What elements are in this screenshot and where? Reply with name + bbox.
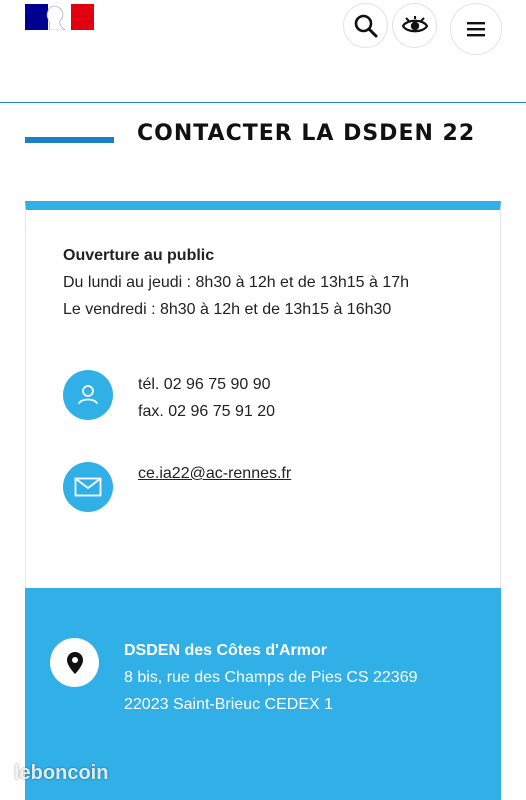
title-accent-bar bbox=[25, 137, 114, 143]
fax-number: fax. 02 96 75 91 20 bbox=[138, 403, 275, 420]
opening-hours-friday: Le vendredi : 8h30 à 12h et de 13h15 à 1… bbox=[63, 301, 392, 318]
accessibility-button[interactable] bbox=[392, 3, 437, 48]
opening-hours-title: Ouverture au public bbox=[63, 247, 215, 264]
search-button[interactable] bbox=[343, 3, 388, 48]
leboncoin-watermark: leboncoin bbox=[14, 762, 109, 784]
page: CONTACTER LA DSDEN 22 Ouverture au publi… bbox=[0, 0, 526, 800]
search-icon bbox=[354, 14, 377, 37]
page-title: CONTACTER LA DSDEN 22 bbox=[137, 121, 476, 146]
address-street: 8 bis, rue des Champs de Pies CS 22369 bbox=[124, 669, 418, 686]
mail-icon-circle bbox=[63, 462, 113, 512]
map-pin-circle bbox=[50, 638, 99, 687]
contact-card: Ouverture au public Du lundi au jeudi : … bbox=[25, 201, 501, 591]
address-name: DSDEN des Côtes d'Armor bbox=[124, 642, 327, 659]
postal-address: DSDEN des Côtes d'Armor 8 bis, rue des C… bbox=[124, 637, 418, 718]
hamburger-menu-icon bbox=[467, 22, 485, 37]
user-icon bbox=[78, 385, 98, 405]
phone-icon-circle bbox=[63, 370, 113, 420]
opening-hours-weekdays: Du lundi au jeudi : 8h30 à 12h et de 13h… bbox=[63, 274, 410, 291]
menu-button[interactable] bbox=[450, 3, 502, 55]
eye-icon bbox=[401, 15, 428, 32]
map-pin-icon bbox=[66, 651, 83, 674]
site-header bbox=[0, 0, 526, 103]
address-city: 22023 Saint-Brieuc CEDEX 1 bbox=[124, 696, 333, 713]
tel-number[interactable]: tél. 02 96 75 90 90 bbox=[138, 371, 275, 398]
email-link[interactable]: ce.ia22@ac-rennes.fr bbox=[138, 465, 291, 483]
opening-hours: Ouverture au public Du lundi au jeudi : … bbox=[63, 242, 409, 323]
phone-numbers: tél. 02 96 75 90 90 fax. 02 96 75 91 20 bbox=[138, 371, 275, 425]
marianne-flag-logo[interactable] bbox=[25, 4, 94, 30]
mail-icon bbox=[74, 477, 102, 497]
marianne-profile-icon bbox=[46, 5, 66, 30]
